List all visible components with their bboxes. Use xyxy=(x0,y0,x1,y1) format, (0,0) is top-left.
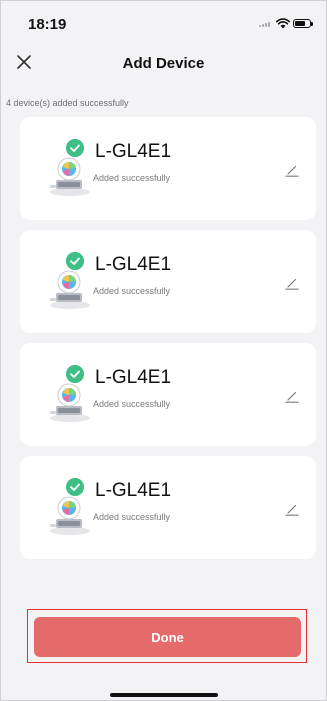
edit-icon[interactable] xyxy=(284,162,300,178)
success-check-icon xyxy=(66,365,84,383)
home-indicator xyxy=(110,693,218,697)
device-card[interactable]: L-GL4E1 Added successfully xyxy=(20,456,316,559)
smart-bulb-icon xyxy=(50,157,90,196)
device-status: Added successfully xyxy=(93,173,171,183)
wifi-icon xyxy=(276,18,290,29)
edit-icon[interactable] xyxy=(284,501,300,517)
edit-icon[interactable] xyxy=(284,275,300,291)
device-name: L-GL4E1 xyxy=(95,367,172,388)
app-screen: 18:19 Add Device 4 device(s) added succe… xyxy=(0,0,327,701)
edit-icon[interactable] xyxy=(284,388,300,404)
device-status: Added successfully xyxy=(93,512,171,522)
status-time: 18:19 xyxy=(28,16,67,33)
battery-level xyxy=(295,21,305,26)
success-check-icon xyxy=(66,252,84,270)
success-check-icon xyxy=(66,478,84,496)
device-name: L-GL4E1 xyxy=(95,141,172,162)
done-button[interactable]: Done xyxy=(34,617,301,657)
device-status: Added successfully xyxy=(93,286,171,296)
smart-bulb-icon xyxy=(50,496,90,535)
status-bar: 18:19 xyxy=(1,1,326,41)
device-card[interactable]: L-GL4E1 Added successfully xyxy=(20,230,316,333)
device-card[interactable]: L-GL4E1 Added successfully xyxy=(20,343,316,446)
success-check-icon xyxy=(66,139,84,157)
device-name: L-GL4E1 xyxy=(95,480,172,501)
device-status: Added successfully xyxy=(93,399,171,409)
battery-icon xyxy=(293,19,313,28)
device-card[interactable]: L-GL4E1 Added successfully xyxy=(20,117,316,220)
smart-bulb-icon xyxy=(50,383,90,422)
added-summary: 4 device(s) added successfully xyxy=(6,98,129,108)
cellular-signal-icon xyxy=(259,21,273,27)
device-name: L-GL4E1 xyxy=(95,254,172,275)
smart-bulb-icon xyxy=(50,270,90,309)
page-title: Add Device xyxy=(122,55,205,72)
nav-header: Add Device xyxy=(1,45,326,81)
